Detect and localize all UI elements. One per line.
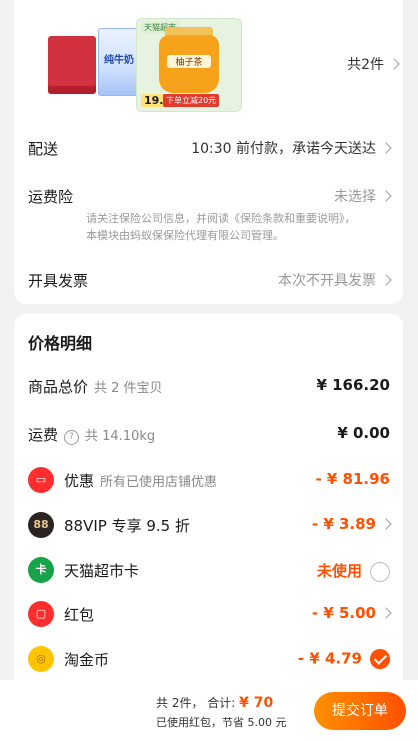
total-line: 共 2件， 合计: ¥ 70 [156, 694, 273, 711]
milk-product-image[interactable]: 纯牛奶 [44, 18, 140, 110]
discount-value: - ¥ 81.96 [315, 470, 390, 488]
red-packet-value: - ¥ 5.00 [312, 604, 392, 622]
supermarket-card-row[interactable]: 卡 天猫超市卡 未使用 [28, 557, 390, 584]
tea-product-image[interactable]: 天猫超市 柚子茶 19.9 下单立减20元 [136, 18, 242, 112]
jar-promo: 下单立减20元 [163, 94, 220, 107]
saving-note: 已使用红包，节省 5.00 元 [156, 716, 287, 729]
shipping-label: 运费 [28, 426, 59, 444]
vip-row[interactable]: 88 88VIP 专享 9.5 折 - ¥ 3.89 [28, 512, 392, 539]
discount-row[interactable]: ▭ 优惠 所有已使用店铺优惠 - ¥ 81.96 [28, 467, 390, 494]
chevron-right-icon [380, 518, 392, 530]
shipping-value: ¥ 0.00 [337, 424, 390, 442]
help-icon[interactable]: ? [64, 430, 80, 445]
total-amount: ¥ 70 [239, 695, 274, 711]
supermarket-card-icon: 卡 [28, 557, 54, 583]
insurance-label: 运费险 [28, 188, 74, 206]
coin-radio[interactable] [370, 649, 390, 669]
price-detail-card [14, 314, 403, 694]
discount-label: 优惠 [64, 472, 95, 490]
goods-total-label: 商品总价 [28, 378, 89, 396]
chevron-right-icon [380, 142, 392, 154]
red-packet-row[interactable]: ▢ 红包 - ¥ 5.00 [28, 601, 392, 628]
coin-row[interactable]: ◎ 淘金币 - ¥ 4.79 [28, 646, 390, 673]
red-packet-label: 红包 [64, 606, 95, 624]
coin-value: - ¥ 4.79 [298, 649, 390, 669]
vip-label: 88VIP 专享 9.5 折 [64, 517, 190, 535]
milk-pack-image: 纯牛奶 [98, 28, 140, 96]
shipping-row: 运费? 共 14.10kg ¥ 0.00 [28, 424, 390, 448]
insurance-value: 未选择 [334, 186, 392, 206]
ticket-icon: ▭ [28, 467, 54, 493]
delivery-value: 10:30 前付款，承诺今天送达 [191, 138, 392, 158]
invoice-value: 本次不开具发票 [278, 270, 392, 290]
chevron-right-icon [388, 58, 400, 70]
red-packet-icon: ▢ [28, 601, 54, 627]
item-count-link[interactable]: 共2件 [347, 54, 400, 74]
footer-count: 共 2件， [156, 696, 204, 710]
supermarket-card-value: 未使用 [317, 560, 390, 582]
88vip-icon: 88 [28, 512, 54, 538]
item-count-label: 共2件 [347, 57, 384, 73]
milk-case-image [48, 36, 96, 94]
chevron-right-icon [380, 274, 392, 286]
submit-order-button[interactable]: 提交订单 [314, 692, 406, 730]
jar-label: 柚子茶 [167, 55, 211, 68]
discount-sub: 所有已使用店铺优惠 [100, 475, 218, 490]
chevron-right-icon [380, 607, 392, 619]
price-detail-title: 价格明细 [28, 334, 93, 353]
product-thumbnails[interactable]: 纯牛奶 天猫超市 柚子茶 19.9 下单立减20元 共2件 [28, 18, 400, 114]
total-label: 合计: [207, 696, 236, 710]
delivery-label: 配送 [28, 140, 59, 158]
goods-count: 共 2 件宝贝 [94, 381, 163, 396]
chevron-right-icon [380, 190, 392, 202]
goods-total-value: ¥ 166.20 [316, 376, 390, 394]
coin-label: 淘金币 [64, 651, 110, 669]
supermarket-card-label: 天猫超市卡 [64, 562, 140, 580]
milk-pack-label: 纯牛奶 [104, 55, 134, 66]
coin-icon: ◎ [28, 646, 54, 672]
invoice-label: 开具发票 [28, 272, 89, 290]
supermarket-card-radio[interactable] [370, 561, 390, 582]
vip-value: - ¥ 3.89 [312, 515, 392, 533]
insurance-notice: 请关注保险公司信息，并阅读《保险条款和重要说明》，本模块由蚂蚁保保险代理有限公司… [86, 212, 356, 242]
checkout-footer: 共 2件， 合计: ¥ 70 已使用红包，节省 5.00 元 提交订单 [0, 680, 418, 741]
shipping-weight: 共 14.10kg [85, 429, 156, 444]
goods-total-row: 商品总价共 2 件宝贝 ¥ 166.20 [28, 376, 390, 400]
